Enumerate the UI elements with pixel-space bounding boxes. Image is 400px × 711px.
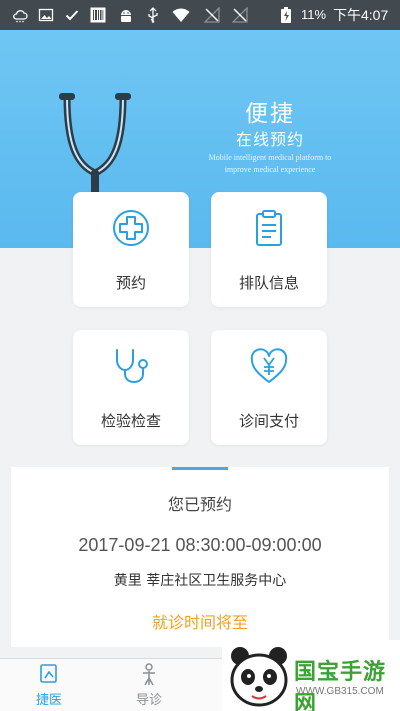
no-signal-icon <box>204 7 220 23</box>
clinic-payment-card[interactable]: 诊间支付 <box>211 330 327 445</box>
cloud-icon <box>13 10 28 23</box>
hero-banner: 便捷 在线预约 Mobile intelligent medical platf… <box>0 30 400 248</box>
appointment-panel[interactable]: 您已预约 2017-09-21 08:30:00-09:00:00 黄里 莘庄社… <box>11 467 389 647</box>
watermark-logo: 国宝手游网 WWW.GB315.COM <box>222 640 400 711</box>
appointment-card[interactable]: 预约 <box>73 192 189 307</box>
status-bar: 11% 下午4:07 <box>0 0 400 30</box>
android-icon <box>121 10 131 22</box>
stethoscope-icon <box>116 349 148 384</box>
queue-info-card-label: 排队信息 <box>238 274 299 292</box>
clock: 下午4:07 <box>333 7 389 23</box>
appointment-title: 您已预约 <box>167 495 232 514</box>
person-guide-icon <box>143 663 155 685</box>
page-indicator <box>172 467 228 470</box>
image-icon <box>38 8 54 22</box>
no-signal-icon-2 <box>232 7 248 23</box>
check-icon <box>65 10 79 21</box>
doc-heart-icon <box>40 664 57 683</box>
cross-icon <box>113 210 149 246</box>
appointment-status: 就诊时间将至 <box>151 613 248 632</box>
queue-info-card[interactable]: 排队信息 <box>211 192 327 307</box>
wifi-icon <box>172 8 190 22</box>
hero-english-tagline: Mobile intelligent medical platform to i… <box>190 152 350 176</box>
hero-subtitle: 在线预约 <box>235 130 304 149</box>
yuan-heart-icon <box>250 348 288 383</box>
lab-exam-card-label: 检验检查 <box>100 412 161 430</box>
clinic-payment-card-label: 诊间支付 <box>238 412 299 430</box>
tab-daozhen[interactable]: 导诊 <box>114 659 184 711</box>
hero-english-line-2: improve medical experience <box>224 165 316 174</box>
clipboard-icon <box>256 210 282 246</box>
lab-exam-card[interactable]: 检验检查 <box>73 330 189 445</box>
hero-english-line-1: Mobile intelligent medical platform to <box>208 153 332 162</box>
watermark-url: WWW.GB315.COM <box>296 686 384 697</box>
panda-icon <box>230 647 288 707</box>
battery-percent: 11% <box>301 7 327 22</box>
watermark-text: 国宝手游网 <box>294 660 387 711</box>
battery-charging-icon <box>281 7 291 23</box>
hero-title: 便捷 <box>245 101 295 127</box>
usb-icon <box>148 7 158 23</box>
appointment-card-label: 预约 <box>115 274 146 292</box>
tab-daozhen-label: 导诊 <box>135 693 162 708</box>
tab-jieyi[interactable]: 捷医 <box>14 659 84 711</box>
appointment-location: 黄里 莘庄社区卫生服务中心 <box>113 573 287 589</box>
tab-jieyi-label: 捷医 <box>35 693 62 708</box>
barcode-icon <box>90 7 106 23</box>
appointment-time: 2017-09-21 08:30:00-09:00:00 <box>78 535 322 555</box>
